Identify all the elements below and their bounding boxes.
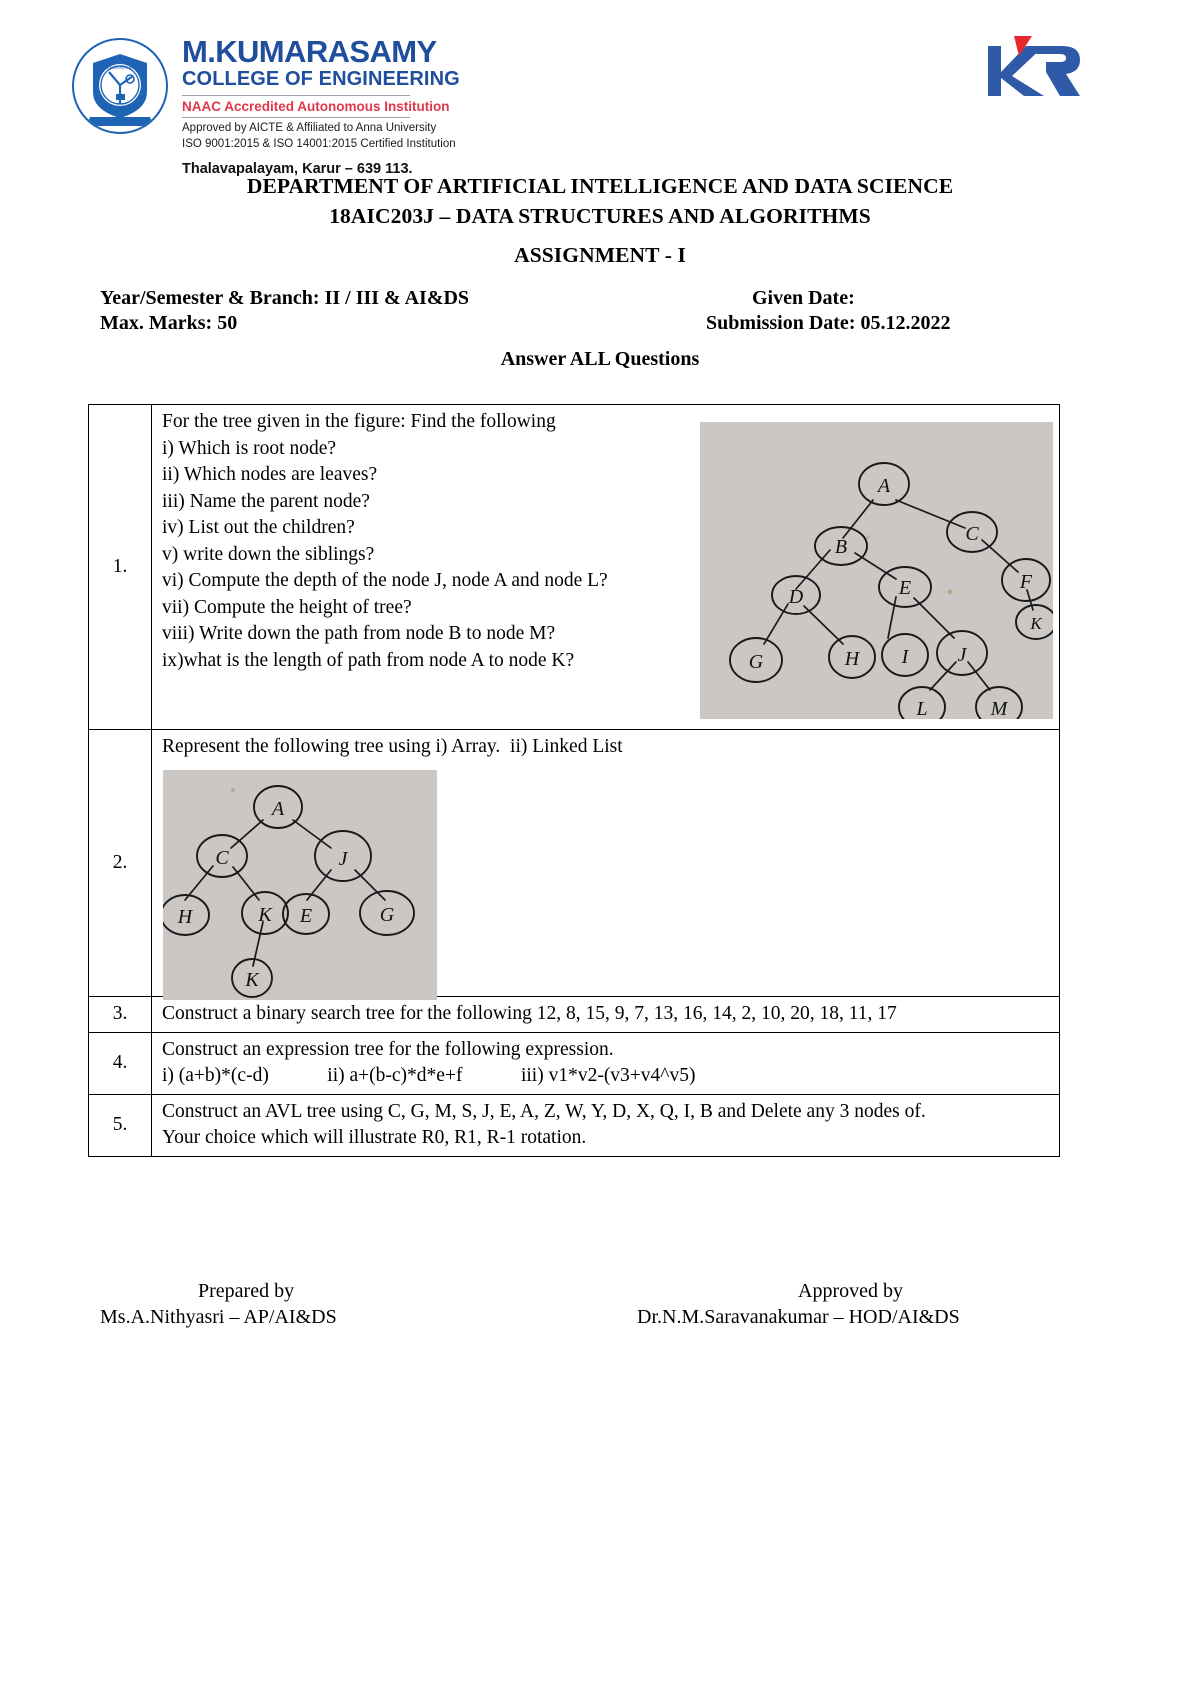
page-title-department: DEPARTMENT OF ARTIFICIAL INTELLIGENCE AN… — [246, 174, 954, 198]
question-line: Your choice which will illustrate R0, R1… — [162, 1127, 587, 1149]
question-number: 2. — [88, 729, 152, 997]
svg-text:B: B — [835, 536, 847, 558]
question-number: 4. — [88, 1031, 152, 1095]
svg-text:H: H — [844, 648, 861, 670]
table-row: 4. Construct an expression tree for the … — [88, 1031, 1060, 1095]
svg-text:L: L — [915, 698, 927, 719]
svg-text:D: D — [788, 586, 804, 608]
question-line: Construct a binary search tree for the f… — [162, 1003, 897, 1024]
svg-text:A: A — [270, 798, 285, 820]
question-line: Represent the following tree using i) Ar… — [162, 736, 623, 757]
svg-text:K: K — [1029, 614, 1043, 633]
divider-bottom — [182, 117, 410, 119]
handdrawn-tree-figure-2: A C J H K E G K — [163, 770, 437, 1000]
svg-text:C: C — [215, 847, 229, 869]
handdrawn-tree-figure-1: A B C D E F G H I J K L M — [700, 422, 1053, 719]
letterhead: M.KUMARASAMY M.KUMARASAMY COLLEGE OF ENG… — [0, 0, 1200, 177]
crest-banner — [86, 117, 154, 126]
answer-all-instruction: Answer ALL Questions — [500, 348, 700, 370]
svg-text:G: G — [380, 904, 395, 926]
prepared-by-label: Prepared by — [198, 1280, 295, 1302]
question-line: Construct an expression tree for the fol… — [162, 1038, 614, 1060]
question-line: i) (a+b)*(c-d) ii) a+(b-c)*d*e+f iii) v1… — [162, 1065, 696, 1087]
svg-text:A: A — [876, 475, 891, 497]
svg-text:M.KUMARASAMY: M.KUMARASAMY — [106, 66, 135, 70]
question-body: Construct an AVL tree using C, G, M, S, … — [151, 1093, 1060, 1157]
naac-line: NAAC Accredited Autonomous Institution — [182, 98, 450, 114]
svg-text:E: E — [299, 905, 312, 927]
question-line: Construct an AVL tree using C, G, M, S, … — [162, 1100, 926, 1122]
svg-text:H: H — [177, 906, 194, 928]
table-row: 5. Construct an AVL tree using C, G, M, … — [88, 1093, 1060, 1157]
svg-text:I: I — [901, 646, 910, 668]
iso-line: ISO 9001:2015 & ISO 14001:2015 Certified… — [182, 137, 456, 150]
svg-text:F: F — [1019, 571, 1033, 593]
svg-text:G: G — [749, 651, 764, 673]
divider-top — [182, 94, 410, 96]
question-number: 5. — [88, 1093, 152, 1157]
meta-submission-date: Submission Date: 05.12.2022 — [706, 312, 951, 334]
question-body: Construct a binary search tree for the f… — [151, 996, 1060, 1033]
question-body: Construct an expression tree for the fol… — [151, 1031, 1060, 1095]
svg-text:E: E — [898, 577, 911, 599]
approved-by-label: Approved by — [798, 1280, 903, 1302]
svg-text:K: K — [244, 969, 260, 991]
college-name: M.KUMARASAMY — [182, 34, 437, 69]
page-title-assignment: ASSIGNMENT - I — [514, 243, 686, 267]
prepared-by-name: Ms.A.Nithyasri – AP/AI&DS — [100, 1306, 337, 1328]
question-number: 1. — [88, 404, 152, 730]
college-crest-icon: M.KUMARASAMY — [72, 38, 168, 134]
svg-text:K: K — [257, 904, 273, 926]
svg-text:J: J — [958, 644, 968, 666]
svg-text:C: C — [965, 523, 979, 545]
brand-block: M.KUMARASAMY COLLEGE OF ENGINEERING NAAC… — [182, 36, 602, 177]
approval-line: Approved by AICTE & Affiliated to Anna U… — [182, 122, 437, 135]
page-title-course: 18AIC203J – DATA STRUCTURES AND ALGORITH… — [329, 204, 871, 228]
table-row: 3. Construct a binary search tree for th… — [88, 996, 1060, 1033]
meta-year-semester-branch: Year/Semester & Branch: II / III & AI&DS — [100, 287, 470, 309]
svg-text:J: J — [339, 848, 349, 870]
question-number: 3. — [88, 996, 152, 1033]
college-subtitle: COLLEGE OF ENGINEERING — [182, 67, 460, 90]
svg-text:M: M — [990, 698, 1009, 719]
kr-logo-icon — [988, 36, 1080, 96]
meta-max-marks: Max. Marks: 50 — [100, 312, 238, 334]
meta-given-date: Given Date: — [752, 287, 855, 309]
approved-by-name: Dr.N.M.Saravanakumar – HOD/AI&DS — [637, 1306, 960, 1328]
